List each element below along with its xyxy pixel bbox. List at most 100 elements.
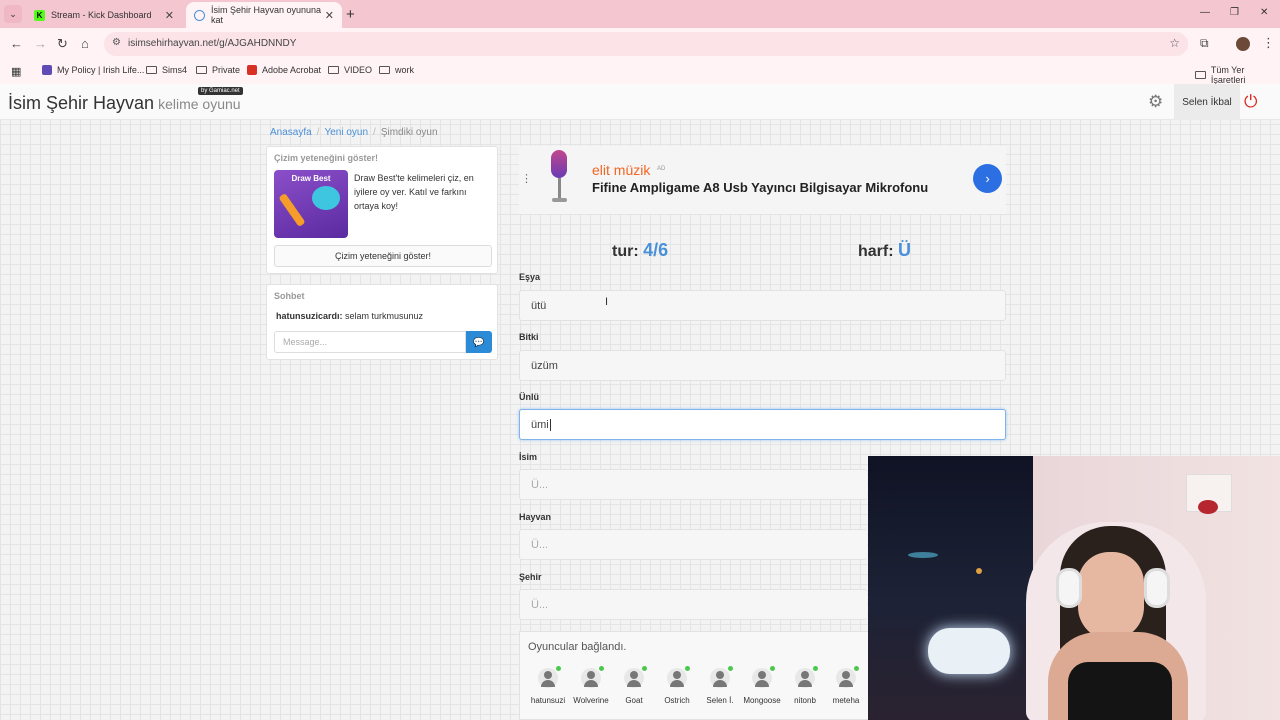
- tab-search-button[interactable]: ⌄: [4, 5, 22, 23]
- player-item[interactable]: Wolverine: [569, 666, 613, 705]
- round-value: 4/6: [643, 240, 669, 260]
- folder-icon: [146, 66, 157, 74]
- player-item[interactable]: meteha: [824, 666, 868, 705]
- microphone-product-image: [549, 150, 569, 202]
- user-icon: [624, 666, 647, 688]
- player-item[interactable]: Ostrich: [655, 666, 699, 705]
- bookmark-sims4[interactable]: Sims4: [146, 65, 187, 75]
- letter-value: Ü: [898, 240, 912, 260]
- breadcrumb-new-game-link[interactable]: Yeni oyun: [324, 127, 368, 138]
- player-item[interactable]: Goat: [612, 666, 656, 705]
- settings-gear-icon[interactable]: ⚙: [1148, 92, 1163, 112]
- close-window-icon[interactable]: ✕: [1260, 7, 1268, 18]
- gamiac-badge: by Gamiac.net: [198, 87, 243, 95]
- sehir-input[interactable]: Ü...: [519, 589, 867, 620]
- comment-icon: 💬: [473, 336, 485, 347]
- bookmark-private[interactable]: Private: [196, 65, 240, 75]
- close-tab-icon[interactable]: ✕: [165, 9, 174, 22]
- logout-power-icon[interactable]: ⏻: [1244, 92, 1257, 112]
- folder-icon: [196, 66, 207, 74]
- round-indicator: tur: 4/6: [612, 240, 669, 260]
- player-item[interactable]: nitonb: [783, 666, 827, 705]
- apps-icon[interactable]: ▦: [11, 65, 21, 78]
- user-menu[interactable]: Selen İkbal: [1174, 84, 1240, 120]
- user-icon: [538, 666, 561, 688]
- restore-icon[interactable]: ❐: [1230, 7, 1239, 18]
- field-label-hayvan: Hayvan: [519, 512, 552, 522]
- user-icon: [581, 666, 604, 688]
- back-icon[interactable]: ←: [10, 36, 23, 51]
- show-drawing-button[interactable]: Çizim yeteneğini göster!: [274, 245, 492, 267]
- reload-icon[interactable]: ↻: [57, 36, 68, 52]
- bookmark-video[interactable]: VIDEO: [328, 65, 372, 75]
- breadcrumb: Anasayfa / Yeni oyun / Şimdiki oyun: [270, 127, 438, 138]
- headphones: [1144, 568, 1170, 608]
- tab-isim-sehir-hayvan[interactable]: İsim Şehir Hayvan oyununa kat ✕: [186, 2, 342, 28]
- forward-icon[interactable]: →: [34, 36, 47, 51]
- ad-brand: elit müzik: [592, 162, 651, 178]
- folder-icon: [1195, 71, 1206, 79]
- field-label-sehir: Şehir: [519, 572, 542, 582]
- close-tab-icon[interactable]: ✕: [325, 9, 334, 22]
- browser-toolbar: ← → ↻ ⌂ ⚙ isimsehirhayvan.net/g/AJGAHDNN…: [0, 28, 1280, 60]
- paintbrush-icon: [278, 192, 306, 228]
- bitki-input[interactable]: üzüm: [519, 350, 1006, 381]
- chat-send-button[interactable]: 💬: [466, 331, 492, 353]
- text-cursor-icon: I: [605, 296, 609, 308]
- bookmark-adobe-acrobat[interactable]: Adobe Acrobat: [247, 65, 321, 75]
- address-bar[interactable]: ⚙ isimsehirhayvan.net/g/AJGAHDNNDY ☆: [104, 32, 1188, 56]
- isim-input[interactable]: Ü...: [519, 469, 867, 500]
- chat-message: hatunsuzicardı: selam turkmusunuz: [276, 311, 424, 321]
- microphone: [928, 628, 1010, 674]
- field-label-unlu: Ünlü: [519, 392, 539, 402]
- bookmark-star-icon[interactable]: ☆: [1169, 36, 1180, 50]
- all-bookmarks[interactable]: Tüm Yer İşaretleri: [1195, 65, 1280, 85]
- site-info-icon[interactable]: ⚙: [112, 37, 121, 48]
- players-title: Oyuncular bağlandı.: [528, 641, 627, 653]
- webcam-overlay: [868, 456, 1280, 720]
- unlu-input[interactable]: ümi: [519, 409, 1006, 440]
- tab-title: İsim Şehir Hayvan oyununa kat: [211, 5, 322, 25]
- user-icon: [752, 666, 775, 688]
- ad-options-icon[interactable]: ⋮: [521, 172, 532, 185]
- folder-icon: [328, 66, 339, 74]
- player-item[interactable]: Selen İ.: [698, 666, 742, 705]
- bookmarks-bar: ▦ My Policy | Irish Life... Sims4 Privat…: [0, 60, 1280, 85]
- promo-heading: Çizim yeteneğini göster!: [274, 153, 379, 163]
- bookmark-work[interactable]: work: [379, 65, 414, 75]
- browser-menu-icon[interactable]: ⋮: [1262, 35, 1275, 51]
- user-icon: [836, 666, 859, 688]
- site-logo[interactable]: İsim Şehir Hayvan kelime oyunu: [8, 93, 241, 114]
- site-title: İsim Şehir Hayvan: [8, 93, 155, 113]
- mypolicy-icon: [42, 65, 52, 75]
- new-tab-icon[interactable]: +: [346, 6, 355, 23]
- bookmark-my-policy[interactable]: My Policy | Irish Life...: [42, 65, 144, 75]
- minimize-icon[interactable]: —: [1200, 7, 1210, 18]
- ad-label: AD: [657, 166, 666, 172]
- esya-input[interactable]: ütü: [519, 290, 1006, 321]
- home-icon[interactable]: ⌂: [81, 36, 89, 51]
- chevron-right-icon[interactable]: ›: [973, 164, 1002, 193]
- draw-best-thumbnail[interactable]: Draw Best: [274, 170, 348, 238]
- user-icon: [667, 666, 690, 688]
- extensions-icon[interactable]: ⧉: [1200, 36, 1209, 51]
- chat-message-input[interactable]: Message...: [274, 331, 466, 353]
- browser-tab-bar: ⌄ K Stream - Kick Dashboard ✕ İsim Şehir…: [0, 0, 1280, 28]
- breadcrumb-home-link[interactable]: Anasayfa: [270, 127, 312, 138]
- folder-icon: [379, 66, 390, 74]
- letter-indicator: harf: Ü: [858, 240, 912, 260]
- chat-panel: Sohbet hatunsuzicardı: selam turkmusunuz…: [266, 284, 498, 360]
- headphones: [1056, 568, 1082, 608]
- player-item[interactable]: Mongoose: [740, 666, 784, 705]
- profile-avatar[interactable]: [1236, 37, 1250, 51]
- draw-best-promo: Çizim yeteneğini göster! Draw Best Draw …: [266, 146, 498, 274]
- advertisement-banner[interactable]: ⋮ elit müzik AD Fifine Ampligame A8 Usb …: [519, 146, 1006, 214]
- player-item[interactable]: hatunsuzi: [526, 666, 570, 705]
- site-header: İsim Şehir Hayvan kelime oyunu by Gamiac.…: [0, 84, 1280, 120]
- cherry-decoration: [1198, 500, 1218, 514]
- tab-kick-dashboard[interactable]: K Stream - Kick Dashboard ✕: [26, 2, 182, 28]
- hayvan-input[interactable]: Ü...: [519, 529, 867, 560]
- user-plus-icon: [710, 666, 733, 688]
- site-subtitle: kelime oyunu: [158, 96, 241, 112]
- players-panel: Oyuncular bağlandı. hatunsuzi Wolverine …: [519, 631, 868, 720]
